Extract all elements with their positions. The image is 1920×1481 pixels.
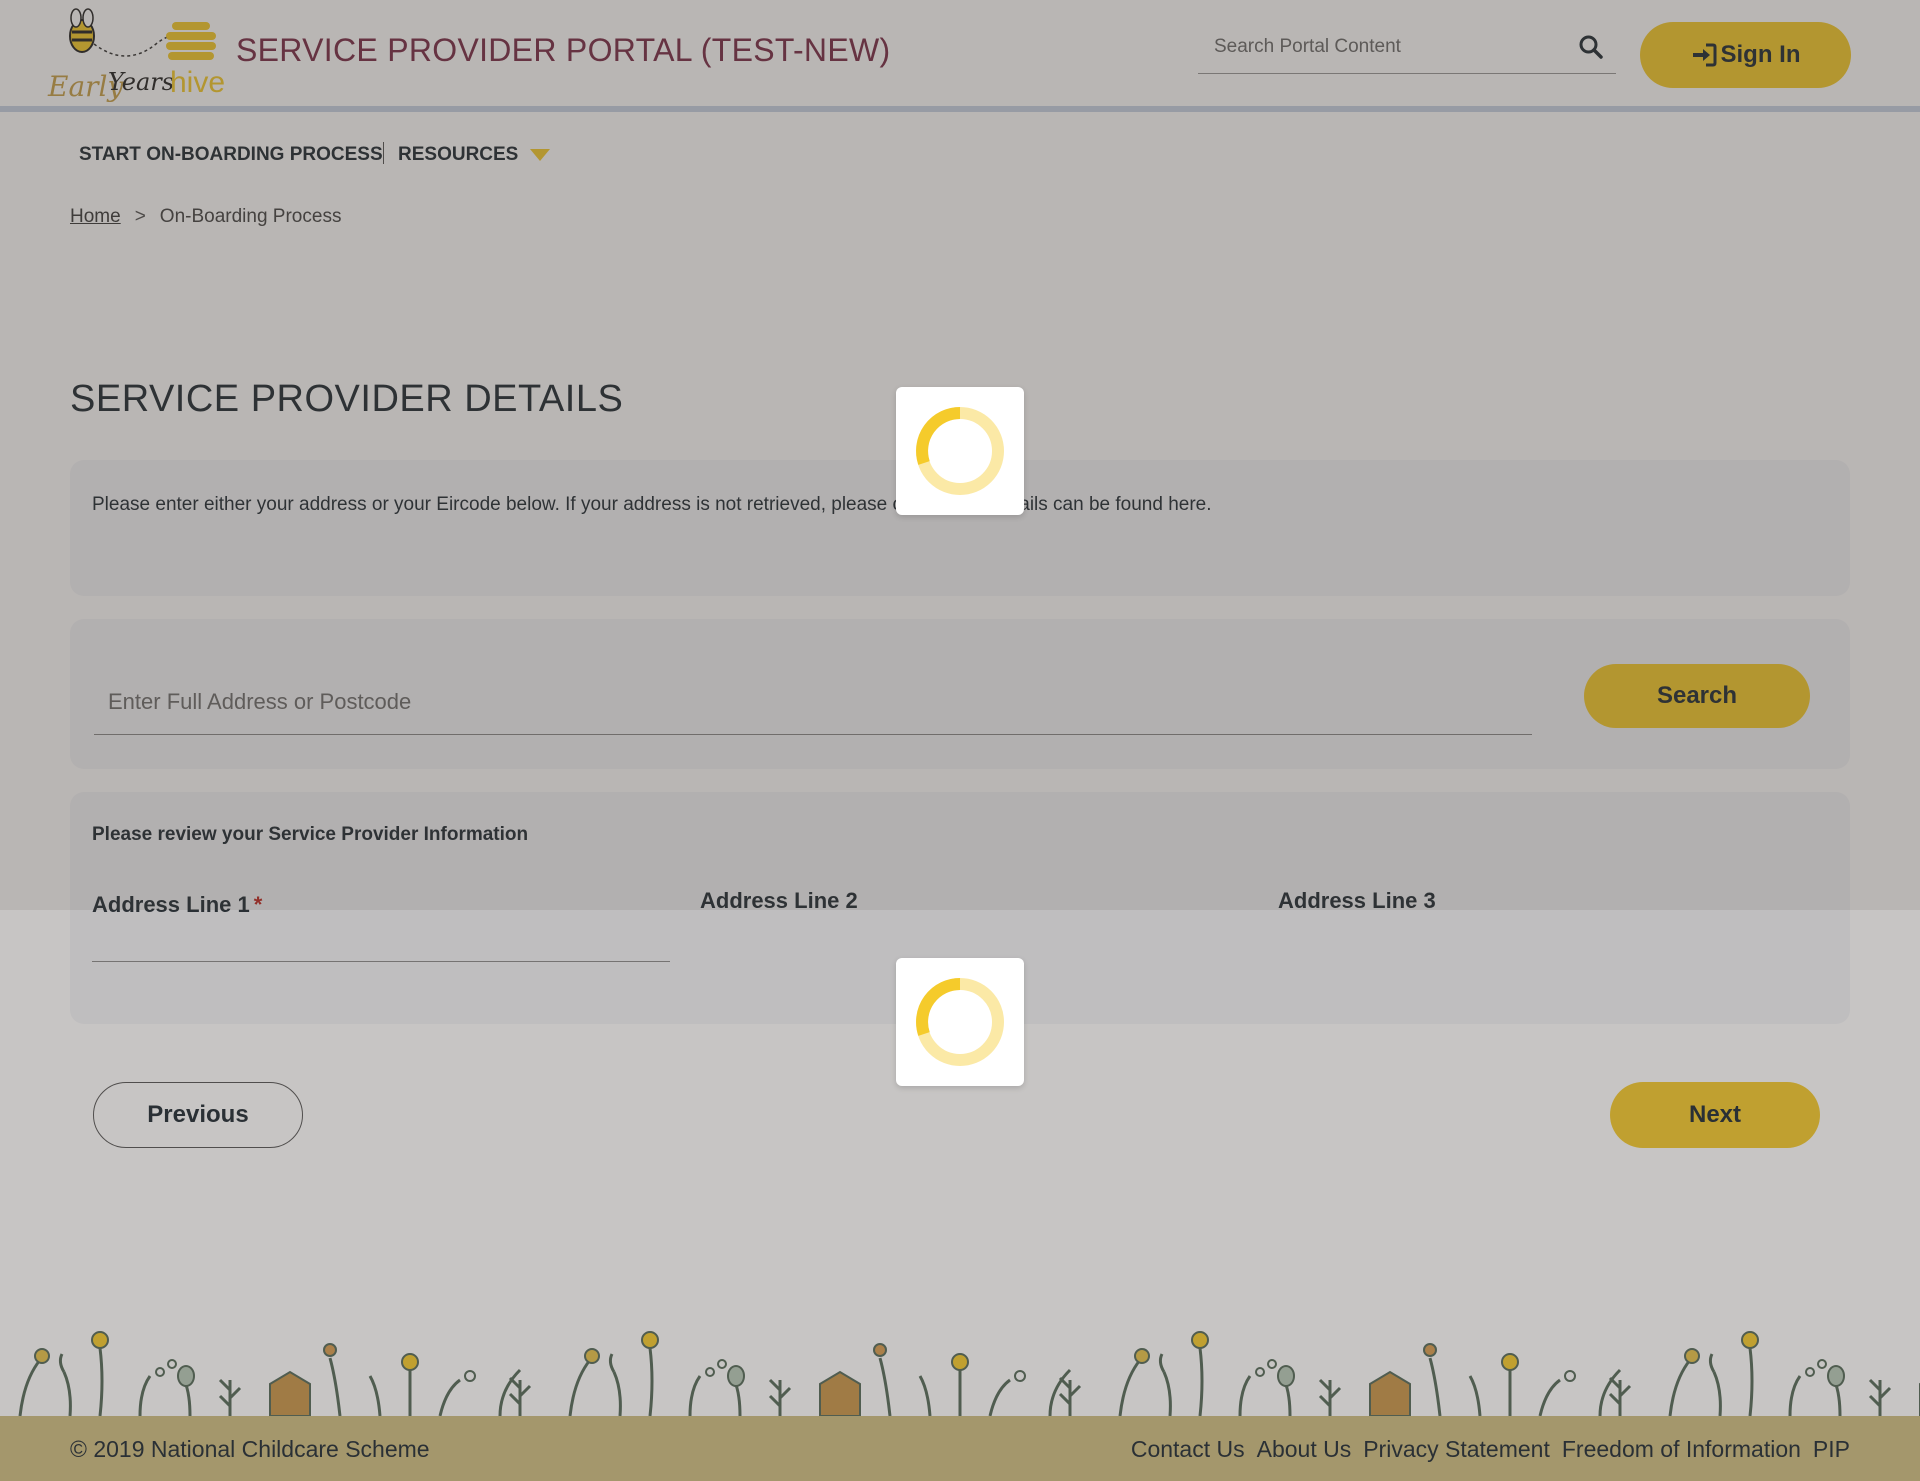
spinner-icon (916, 407, 1004, 495)
spinner-icon (916, 978, 1004, 1066)
loading-spinner-bottom (896, 958, 1024, 1086)
loading-spinner-top (896, 387, 1024, 515)
